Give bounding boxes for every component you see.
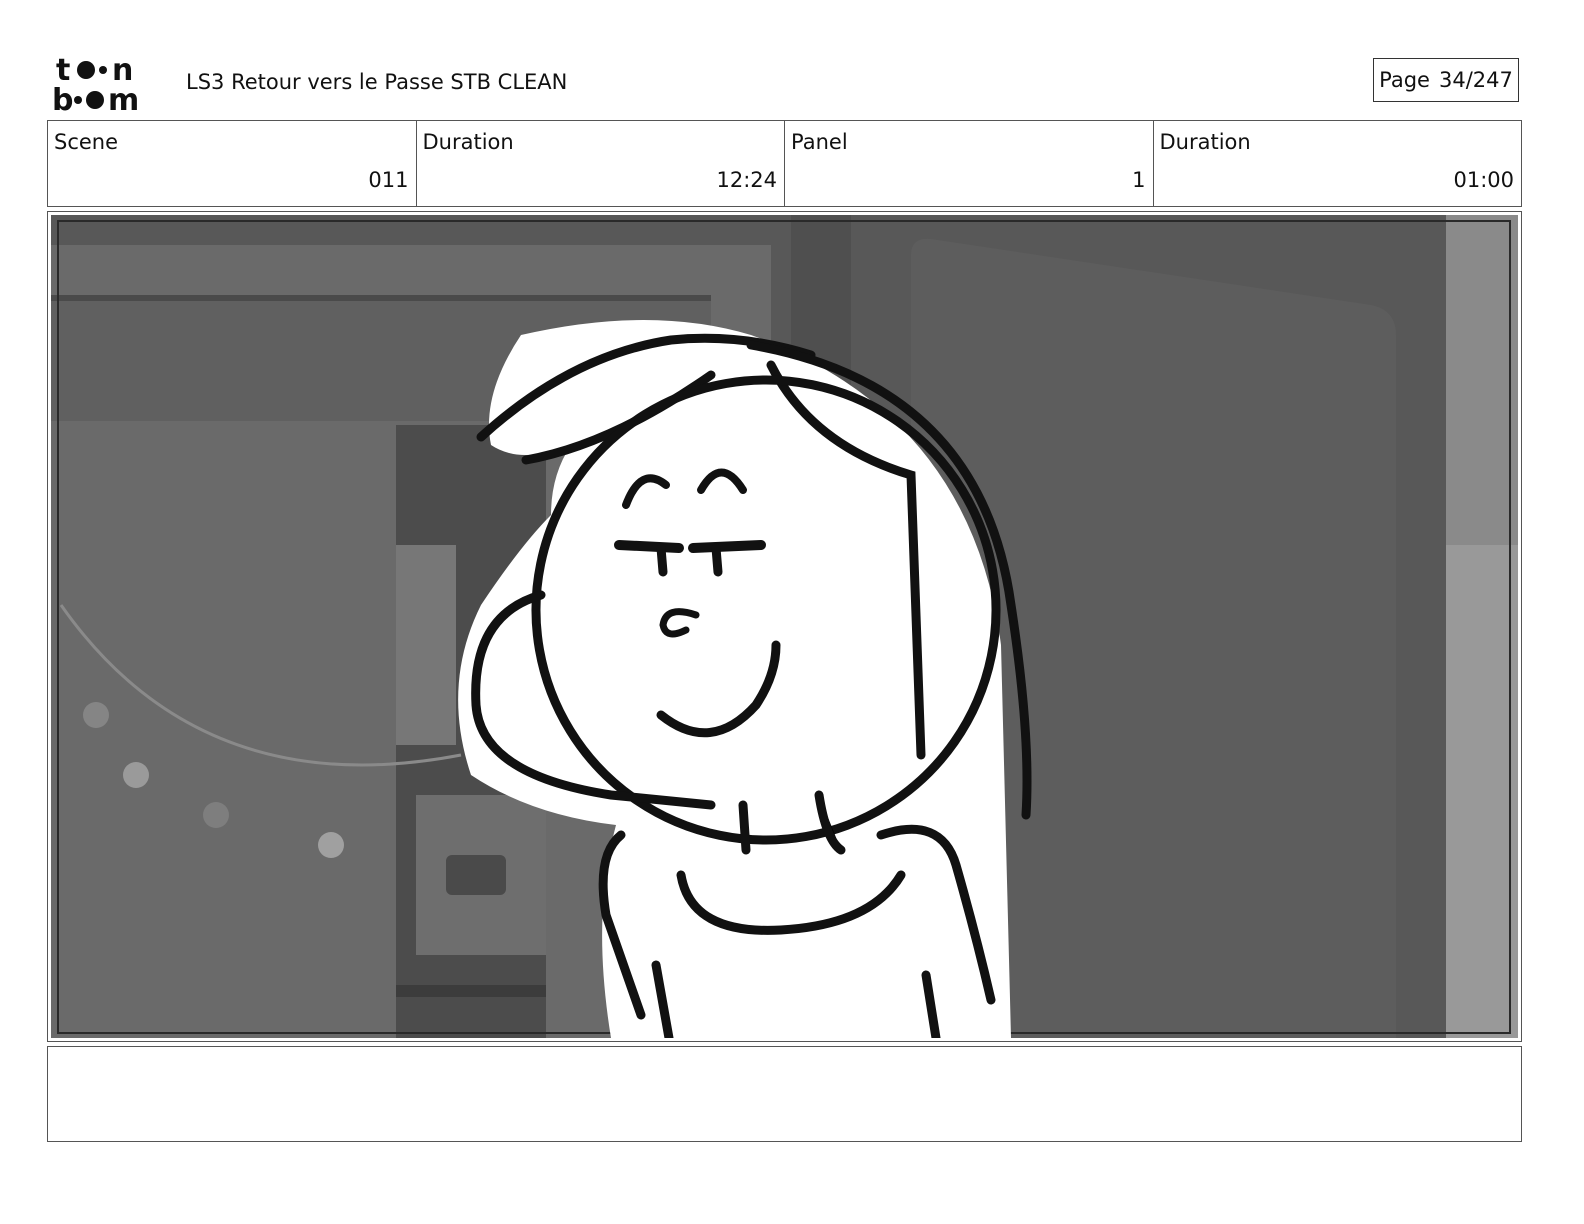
storyboard-panel [47, 211, 1522, 1042]
scene-duration-label: Duration [422, 130, 514, 154]
scene-info-row: Scene 011 Duration 12:24 Panel 1 Duratio… [47, 120, 1522, 207]
panel-value: 1 [1132, 168, 1146, 192]
storyboard-drawing-icon [51, 215, 1518, 1038]
scene-duration-value: 12:24 [716, 168, 777, 192]
svg-text:b: b [52, 83, 73, 114]
panel-duration-label: Duration [1159, 130, 1251, 154]
panel-duration-value: 01:00 [1453, 168, 1514, 192]
toonboom-logo: t n b m [52, 53, 139, 114]
page-number: 34/247 [1438, 68, 1513, 92]
scene-value: 011 [368, 168, 409, 192]
page-label: Page [1379, 68, 1430, 92]
scene-duration-cell: Duration 12:24 [417, 121, 785, 206]
page-indicator: Page 34/247 [1373, 58, 1519, 102]
svg-text:m: m [108, 83, 139, 114]
panel-duration-cell: Duration 01:00 [1154, 121, 1522, 206]
scene-cell: Scene 011 [48, 121, 417, 206]
panel-notes-box [47, 1046, 1522, 1142]
document-title: LS3 Retour vers le Passe STB CLEAN [186, 70, 568, 94]
panel-cell: Panel 1 [785, 121, 1154, 206]
panel-label: Panel [791, 130, 848, 154]
scene-label: Scene [54, 130, 119, 154]
